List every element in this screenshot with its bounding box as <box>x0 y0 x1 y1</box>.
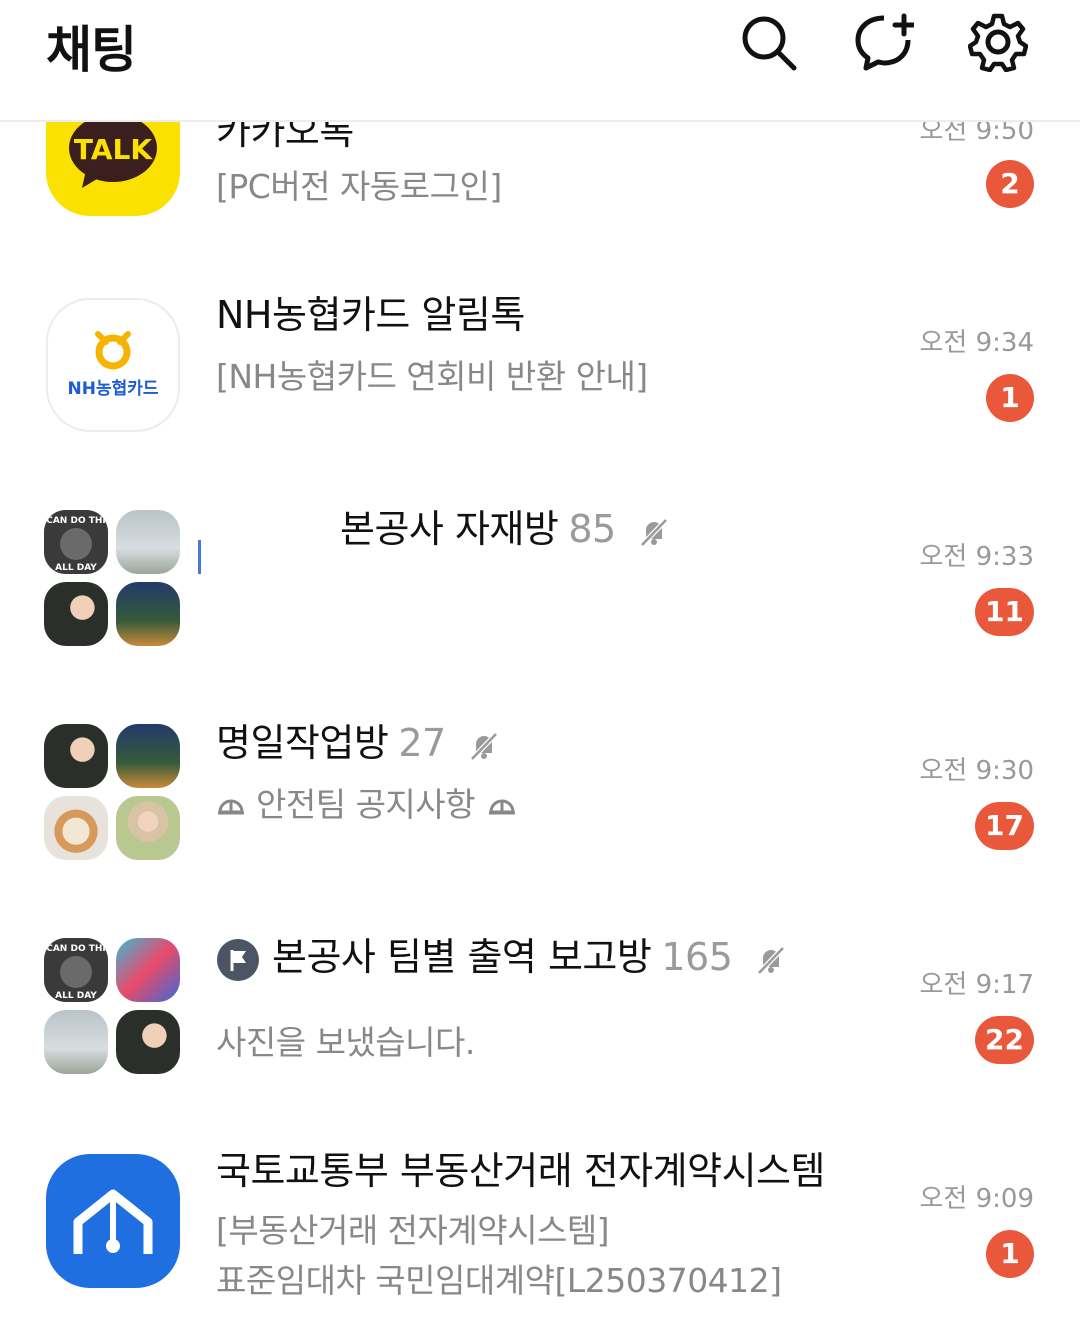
helmet-icon <box>218 799 244 814</box>
member-photo-dog <box>44 796 108 860</box>
bell-off-icon <box>757 945 785 975</box>
chat-preview: 사진을 보냈습니다. <box>216 1023 475 1062</box>
chat-row-material-room[interactable]: CAN DO THI ALL DAY 본공사 자재방 85 오전 9:33 11 <box>0 496 1080 710</box>
chat-title-row: 본공사 팀별 출역 보고방 165 <box>216 926 788 982</box>
chat-preview: [PC버전 자동로그인] <box>216 167 502 206</box>
member-photo-snow <box>116 510 180 574</box>
chat-title-row: 본공사 자재방 85 <box>340 498 671 553</box>
chat-preview: [NH농협카드 연회비 반환 안내] <box>216 357 648 396</box>
member-photo-meme: CAN DO THI ALL DAY <box>44 938 108 1002</box>
chat-row-molit[interactable]: 국토교통부 부동산거래 전자계약시스템 [부동산거래 전자계약시스템] 표준임대… <box>0 1138 1080 1341</box>
chat-row-team-report[interactable]: CAN DO THI ALL DAY 본공사 팀별 출역 보고방 165 사진을 … <box>0 924 1080 1138</box>
bell-off-icon <box>640 517 669 547</box>
chat-plus-icon <box>855 13 916 71</box>
unread-badge: 22 <box>975 1016 1034 1064</box>
member-photo-cartoon <box>116 938 180 1002</box>
member-photo-couple <box>44 582 108 646</box>
molit-avatar <box>46 1154 180 1288</box>
nh-card-avatar: NH농협카드 <box>46 298 180 432</box>
helmet-icon <box>489 799 516 814</box>
chat-title: 국토교통부 부동산거래 전자계약시스템 <box>216 1149 825 1193</box>
member-photo-snow <box>44 1010 108 1074</box>
unread-badge: 1 <box>986 374 1034 422</box>
chat-title: 본공사 자재방 <box>340 507 559 551</box>
talk-text: TALK <box>74 133 153 166</box>
member-photo-night <box>116 724 180 788</box>
chat-row-tomorrow-work[interactable]: 명일작업방 27 안전팀 공지사항 오전 9:30 17 <box>0 710 1080 924</box>
svg-text:ALL DAY: ALL DAY <box>55 991 97 1001</box>
svg-text:ALL DAY: ALL DAY <box>55 563 97 573</box>
chat-time: 오전 9:30 <box>919 756 1035 786</box>
unread-badge: 2 <box>986 160 1034 208</box>
group-avatar <box>44 724 182 862</box>
chat-title: 명일작업방 <box>216 721 389 765</box>
search-button[interactable] <box>738 12 798 72</box>
new-chat-button[interactable] <box>854 12 916 72</box>
settings-button[interactable] <box>967 12 1029 73</box>
search-icon <box>742 16 797 71</box>
chat-time: 오전 9:34 <box>919 328 1035 358</box>
member-count: 85 <box>568 507 616 551</box>
flag-icon <box>217 938 259 981</box>
nh-logo-icon: NH농협카드 <box>67 331 159 399</box>
member-count: 165 <box>661 935 733 979</box>
gear-icon <box>967 13 1029 73</box>
unread-badge: 11 <box>975 588 1034 636</box>
chat-time: 오전 9:09 <box>919 1184 1035 1214</box>
group-avatar: CAN DO THI ALL DAY <box>44 510 182 648</box>
bell-off-icon <box>470 731 499 761</box>
house-icon <box>73 1189 153 1254</box>
member-count: 27 <box>398 721 446 765</box>
chat-title: 본공사 팀별 출역 보고방 <box>272 935 652 979</box>
nh-logo-text: NH농협카드 <box>67 378 158 399</box>
member-photo-baby <box>116 796 180 860</box>
group-avatar: CAN DO THI ALL DAY <box>44 938 182 1076</box>
chat-row-nh-card[interactable]: NH농협카드 NH농협카드 알림톡 [NH농협카드 연회비 반환 안내] 오전 … <box>0 282 1080 496</box>
redacted-mark <box>198 540 201 574</box>
chat-title-row: 명일작업방 27 <box>216 712 501 767</box>
member-photo-couple <box>116 1010 180 1074</box>
chat-preview-line2: 표준임대차 국민임대계약[L250370412] <box>216 1261 782 1300</box>
app-header: 채팅 <box>0 0 1080 122</box>
member-photo-meme: CAN DO THI ALL DAY <box>44 510 108 574</box>
chat-time: 오전 9:17 <box>919 970 1035 1000</box>
unread-badge: 1 <box>986 1230 1034 1278</box>
unread-badge: 17 <box>975 802 1034 850</box>
member-photo-couple <box>44 724 108 788</box>
chat-time: 오전 9:33 <box>919 542 1035 572</box>
chat-preview: [부동산거래 전자계약시스템] <box>216 1211 610 1250</box>
chat-preview: 안전팀 공지사항 <box>256 785 476 824</box>
svg-text:CAN DO THI: CAN DO THI <box>46 944 106 954</box>
page-title: 채팅 <box>46 21 137 79</box>
chat-list[interactable]: TALK 카카오톡 [PC버전 자동로그인] 오전 9:50 2 NH농협카드 … <box>0 0 1080 1341</box>
chat-title: NH농협카드 알림톡 <box>216 293 525 337</box>
member-photo-night <box>116 582 180 646</box>
svg-text:CAN DO THI: CAN DO THI <box>46 516 106 526</box>
chat-preview-row: 안전팀 공지사항 <box>216 778 517 826</box>
